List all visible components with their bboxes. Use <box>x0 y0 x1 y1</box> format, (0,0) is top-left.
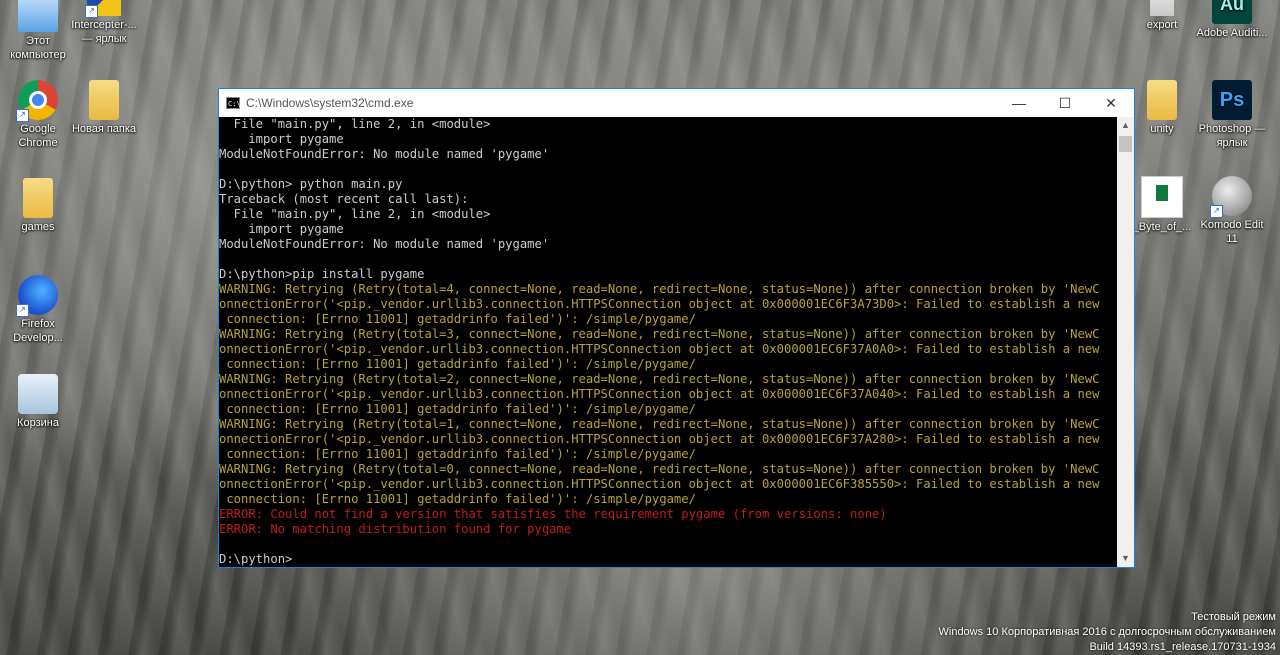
watermark-edition: Windows 10 Корпоративная 2016 с долгосро… <box>938 626 1277 638</box>
console-line: onnectionError('<pip._vendor.urllib3.con… <box>219 387 1100 401</box>
computer-icon <box>18 0 58 32</box>
desktop-icon-label: Корзина <box>17 417 59 429</box>
desktop-icon-label: Intercepter-... — ярлык <box>71 19 137 45</box>
folder-icon <box>1147 80 1177 120</box>
firefox-icon: ↗ <box>16 275 58 317</box>
desktop-icon-label: Новая папка <box>71 123 137 135</box>
komodo-icon: ↗ <box>1210 176 1252 218</box>
cmd-app-icon[interactable]: C:\ <box>226 97 241 109</box>
console-line: connection: [Errno 11001] getaddrinfo fa… <box>219 312 696 326</box>
console-line: connection: [Errno 11001] getaddrinfo fa… <box>219 402 696 416</box>
console-line: Traceback (most recent call last): <box>219 192 469 206</box>
desktop-icon-chrome[interactable]: ↗ Google Chrome <box>0 80 76 150</box>
desktop-icon-this-pc[interactable]: Этот компьютер <box>0 0 76 62</box>
audition-icon: Au <box>1212 0 1252 24</box>
console-line: onnectionError('<pip._vendor.urllib3.con… <box>219 297 1100 311</box>
close-button[interactable]: ✕ <box>1088 89 1134 117</box>
desktop-icon-label: games <box>21 221 55 233</box>
desktop-icon-label: Adobe Auditi... <box>1196 27 1268 39</box>
window-titlebar[interactable]: C:\ C:\Windows\system32\cmd.exe — ☐ ✕ <box>219 89 1134 117</box>
desktop-icon-unity[interactable]: unity <box>1124 80 1200 136</box>
console-line: ERROR: No matching distribution found fo… <box>219 522 572 536</box>
console-line: onnectionError('<pip._vendor.urllib3.con… <box>219 477 1100 491</box>
console-line: D:\python>pip install pygame <box>219 267 425 281</box>
desktop-icon-games[interactable]: games <box>0 178 76 234</box>
console-line: D:\python> python main.py <box>219 177 403 191</box>
desktop-icon-new-folder[interactable]: Новая папка <box>66 80 142 136</box>
desktop-icon-firefox[interactable]: ↗ Firefox Develop... <box>0 275 76 345</box>
export-icon <box>1150 0 1174 16</box>
console-line: WARNING: Retrying (Retry(total=4, connec… <box>219 282 1100 296</box>
console-line: ModuleNotFoundError: No module named 'py… <box>219 147 550 161</box>
desktop-icon-label: export <box>1146 19 1178 31</box>
scroll-up-arrow-icon[interactable]: ▲ <box>1117 117 1134 134</box>
desktop-icon-recycle-bin[interactable]: Корзина <box>0 374 76 430</box>
console-line: ModuleNotFoundError: No module named 'py… <box>219 237 550 251</box>
desktop-icon-label: unity <box>1150 123 1174 135</box>
desktop-icon-label: Этот компьютер <box>10 35 66 61</box>
scroll-down-arrow-icon[interactable]: ▼ <box>1117 550 1134 567</box>
console-line: WARNING: Retrying (Retry(total=0, connec… <box>219 462 1100 476</box>
minimize-button[interactable]: — <box>996 89 1042 117</box>
photoshop-icon: Ps <box>1212 80 1252 120</box>
console-line: connection: [Errno 11001] getaddrinfo fa… <box>219 447 696 461</box>
vertical-scrollbar[interactable]: ▲ ▼ <box>1117 117 1134 567</box>
window-title: C:\Windows\system32\cmd.exe <box>246 96 414 110</box>
console-line: WARNING: Retrying (Retry(total=3, connec… <box>219 327 1100 341</box>
shortcut-arrow-icon: ↗ <box>16 109 29 122</box>
chrome-icon: ↗ <box>16 80 58 122</box>
console-line: connection: [Errno 11001] getaddrinfo fa… <box>219 357 696 371</box>
intercepter-icon: ↗ <box>85 0 121 18</box>
folder-icon <box>89 80 119 120</box>
watermark-build: Build 14393.rs1_release.170731-1934 <box>1089 641 1276 653</box>
desktop-icon-photoshop[interactable]: Ps Photoshop — ярлык <box>1194 80 1270 150</box>
shortcut-arrow-icon: ↗ <box>85 5 98 18</box>
desktop-icon-label: Firefox Develop... <box>13 318 63 344</box>
desktop-icon-export[interactable]: export <box>1124 0 1200 32</box>
shortcut-arrow-icon: ↗ <box>16 304 29 317</box>
maximize-button[interactable]: ☐ <box>1042 89 1088 117</box>
console-line: ERROR: Could not find a version that sat… <box>219 507 887 521</box>
document-icon <box>1141 176 1183 218</box>
cmd-window[interactable]: C:\ C:\Windows\system32\cmd.exe — ☐ ✕ Fi… <box>218 88 1135 568</box>
desktop-icon-label: Komodo Edit 11 <box>1200 219 1264 245</box>
console-line: import pygame <box>219 132 344 146</box>
folder-icon <box>23 178 53 218</box>
console-line: import pygame <box>219 222 344 236</box>
desktop-icon-audition[interactable]: Au Adobe Auditi... <box>1194 0 1270 40</box>
scrollbar-thumb[interactable] <box>1119 136 1132 152</box>
console-line: File "main.py", line 2, in <module> <box>219 207 491 221</box>
console-line: WARNING: Retrying (Retry(total=1, connec… <box>219 417 1100 431</box>
desktop-icon-label: _Byte_of_... <box>1132 221 1192 233</box>
console-output[interactable]: File "main.py", line 2, in <module> impo… <box>219 117 1117 567</box>
desktop-icon-byte-of[interactable]: _Byte_of_... <box>1124 176 1200 234</box>
desktop-icon-label: Google Chrome <box>18 123 58 149</box>
desktop-icon-komodo[interactable]: ↗ Komodo Edit 11 <box>1194 176 1270 246</box>
desktop-icon-intercepter[interactable]: ↗ Intercepter-... — ярлык <box>66 0 142 46</box>
desktop-icon-label: Photoshop — ярлык <box>1198 123 1266 149</box>
console-line: WARNING: Retrying (Retry(total=2, connec… <box>219 372 1100 386</box>
console-line: onnectionError('<pip._vendor.urllib3.con… <box>219 432 1100 446</box>
console-line: File "main.py", line 2, in <module> <box>219 117 491 131</box>
windows-watermark: Тестовый режим Windows 10 Корпоративная … <box>939 610 1277 655</box>
recycle-bin-icon <box>18 374 58 414</box>
watermark-test-mode: Тестовый режим <box>1191 611 1276 623</box>
console-line: D:\python> <box>219 552 293 566</box>
console-line: onnectionError('<pip._vendor.urllib3.con… <box>219 342 1100 356</box>
console-line: connection: [Errno 11001] getaddrinfo fa… <box>219 492 696 506</box>
shortcut-arrow-icon: ↗ <box>1210 205 1223 218</box>
